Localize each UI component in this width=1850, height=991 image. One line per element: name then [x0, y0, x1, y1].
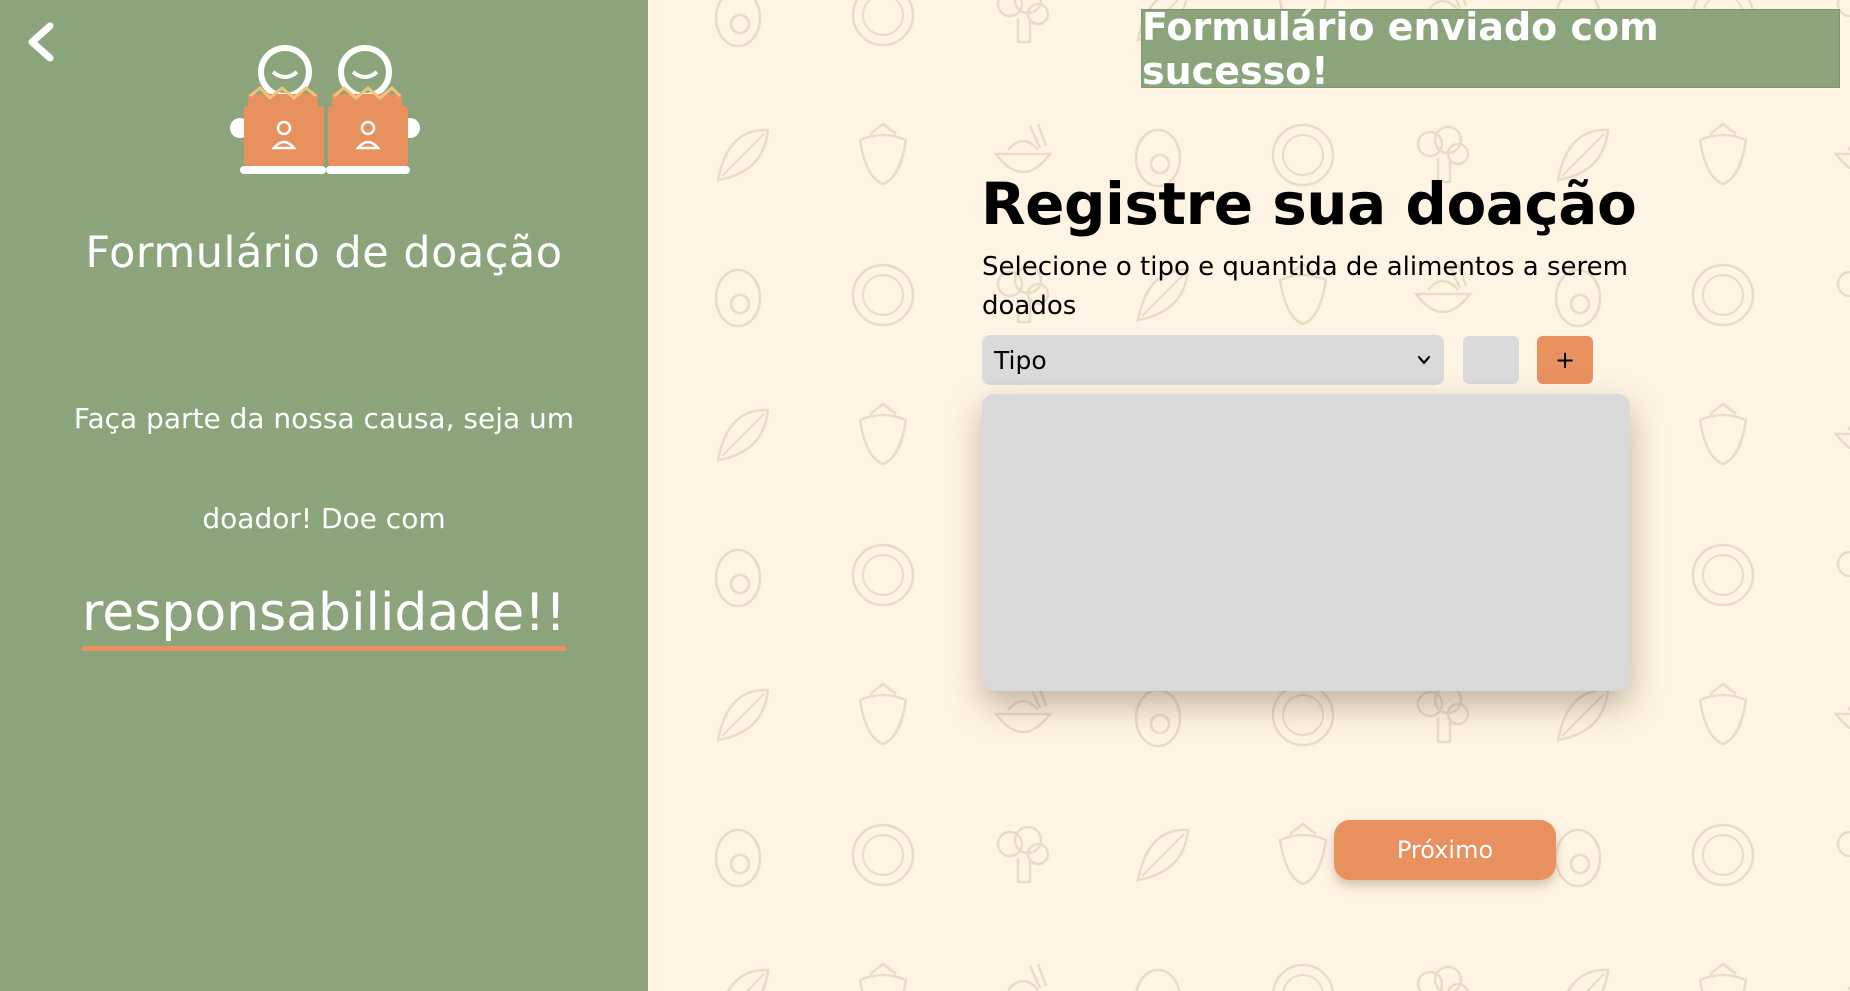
food-doodle-icon [714, 548, 762, 608]
sidebar: Formulário de doação Faça parte da nossa… [0, 0, 648, 991]
sidebar-highlight: responsabilidade!! [0, 584, 648, 652]
food-doodle-icon [716, 128, 770, 182]
food-doodle-icon [1554, 828, 1602, 888]
food-doodle-icon [1691, 543, 1755, 607]
food-doodle-icon [851, 543, 915, 607]
food-doodle-icon [1135, 968, 1181, 991]
food-doodle-icon [1136, 828, 1190, 882]
food-doodle-icon [714, 0, 762, 48]
food-doodle-icon [996, 0, 1050, 44]
food-doodle-icon [1836, 550, 1850, 578]
food-doodle-icon [858, 122, 908, 186]
sidebar-text-line-1: Faça parte da nossa causa, seja um [73, 402, 575, 435]
food-doodle-icon [1278, 822, 1328, 886]
food-doodle-icon [1698, 682, 1748, 746]
food-doodle-icon [714, 268, 762, 328]
donation-items-list [982, 394, 1630, 691]
back-button[interactable] [22, 20, 62, 64]
food-type-select[interactable]: Tipo [982, 335, 1444, 385]
form-title: Registre sua doação [981, 170, 1637, 238]
food-doodle-icon [1007, 963, 1048, 991]
food-doodle-icon [1698, 402, 1748, 466]
sidebar-text-line-2: doador! Doe com [202, 502, 446, 535]
quantity-input[interactable] [1463, 336, 1519, 384]
food-doodle-icon [1691, 823, 1755, 887]
food-doodle-icon [1416, 965, 1469, 991]
food-doodle-icon [851, 823, 915, 887]
food-doodle-icon [1691, 263, 1755, 327]
chevron-down-icon [1417, 355, 1431, 365]
food-doodle-icon [1847, 986, 1850, 991]
food-doodle-icon [858, 962, 908, 991]
food-doodle-icon [716, 688, 770, 742]
success-toast: Formulário enviado com sucesso! [1141, 5, 1840, 93]
food-type-select-value: Tipo [994, 345, 1047, 375]
add-item-button[interactable]: + [1537, 336, 1593, 384]
food-doodle-icon [1833, 706, 1850, 730]
food-doodle-icon [1698, 962, 1748, 991]
food-doodle-icon [858, 682, 908, 746]
food-doodle-icon [1833, 426, 1850, 450]
food-doodle-icon [851, 0, 915, 47]
food-doodle-icon [858, 402, 908, 466]
food-doodle-icon [1272, 963, 1334, 991]
chevron-left-icon [28, 22, 54, 62]
food-doodle-icon [1566, 968, 1610, 991]
food-doodle-icon [714, 828, 762, 888]
sidebar-highlight-text: responsabilidade!! [82, 584, 566, 652]
sidebar-title: Formulário de doação [85, 228, 563, 278]
food-doodle-icon [1698, 122, 1748, 186]
donation-form-page: Formulário de doação Faça parte da nossa… [0, 0, 1850, 991]
next-button[interactable]: Próximo [1334, 820, 1556, 880]
food-doodle-icon [851, 263, 915, 327]
form-subtitle: Selecione o tipo e quantida de alimentos… [982, 252, 1628, 321]
food-doodle-icon [726, 968, 770, 991]
food-doodle-icon [716, 408, 770, 462]
food-doodle-icon [1836, 270, 1850, 298]
donation-boxes-logo-icon [230, 45, 420, 174]
food-doodle-icon [1836, 830, 1850, 858]
food-doodle-icon [996, 825, 1050, 884]
food-doodle-icon [1833, 146, 1850, 170]
